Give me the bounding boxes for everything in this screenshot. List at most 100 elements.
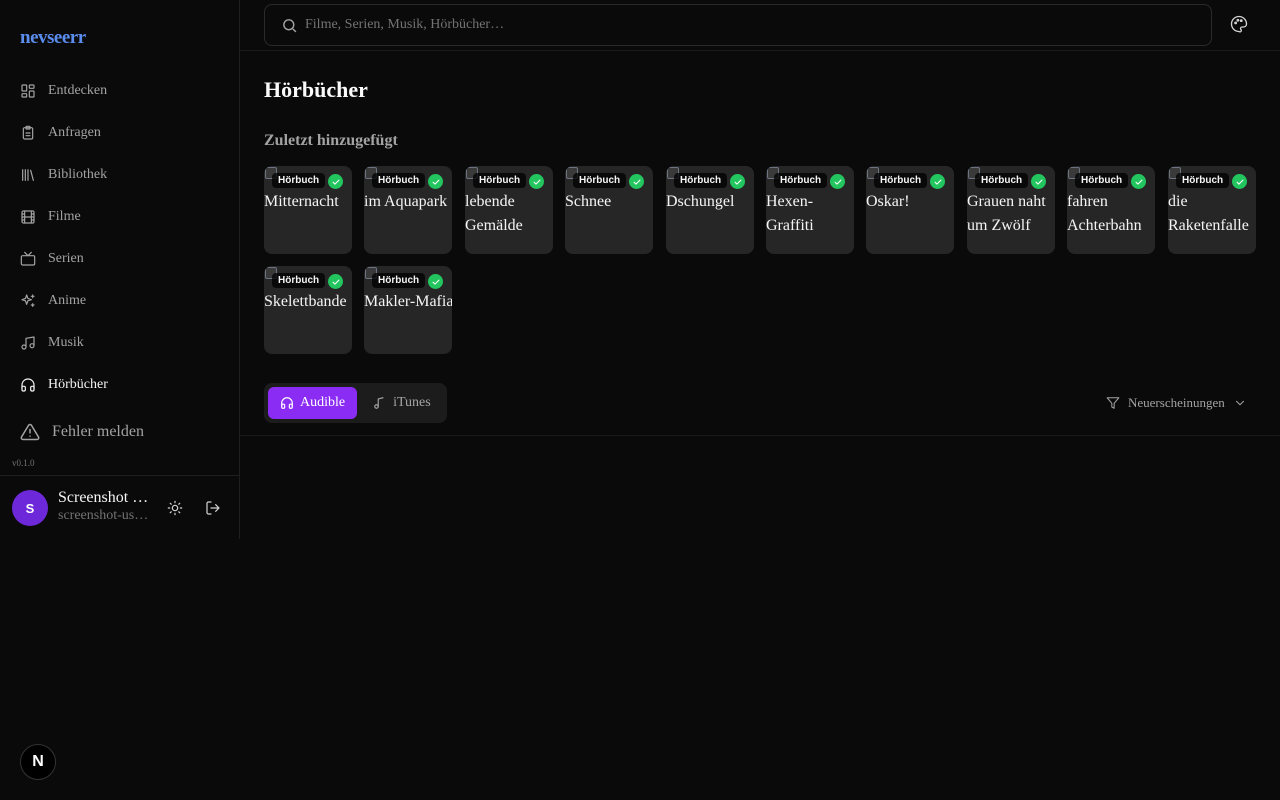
next-logo-icon[interactable]: N bbox=[20, 744, 56, 780]
sidebar-item-label: Anime bbox=[48, 293, 87, 308]
media-type-badge: Hörbuch bbox=[975, 173, 1029, 188]
media-type-badge: Hörbuch bbox=[372, 173, 426, 188]
media-type-badge: Hörbuch bbox=[1176, 173, 1230, 188]
card-title: Oskar! bbox=[866, 193, 910, 210]
music-note-icon bbox=[373, 396, 393, 410]
audiobook-card[interactable]: Dschungel Hörbuch bbox=[666, 166, 754, 254]
warning-icon bbox=[20, 422, 52, 442]
card-title: Schnee bbox=[565, 193, 612, 210]
search-input[interactable] bbox=[305, 17, 1185, 33]
available-check-icon bbox=[328, 174, 343, 189]
avatar[interactable]: S bbox=[12, 490, 48, 526]
card-title: Hexen-Graffiti bbox=[766, 193, 814, 234]
audiobook-card[interactable]: Schnee Hörbuch bbox=[565, 166, 653, 254]
logout-button[interactable] bbox=[203, 498, 223, 518]
source-tabs: Audible iTunes bbox=[264, 383, 447, 423]
audiobook-card[interactable]: Mitternacht Hörbuch bbox=[264, 166, 352, 254]
card-title: die Raketenfalle bbox=[1168, 193, 1249, 234]
available-check-icon bbox=[428, 274, 443, 289]
tv-icon bbox=[20, 251, 36, 267]
media-type-badge: Hörbuch bbox=[372, 273, 426, 288]
available-check-icon bbox=[730, 174, 745, 189]
headphones-icon bbox=[20, 377, 36, 393]
media-type-badge: Hörbuch bbox=[272, 173, 326, 188]
filter-icon bbox=[1106, 396, 1120, 410]
sidebar-item-label: Musik bbox=[48, 335, 84, 350]
audiobook-card[interactable]: Grauen naht um Zwölf Hörbuch bbox=[967, 166, 1055, 254]
layout-grid-icon bbox=[20, 83, 36, 99]
sort-filter-dropdown[interactable]: Neuerscheinungen bbox=[1106, 394, 1247, 412]
audiobook-card[interactable]: Makler-Mafia Hörbuch bbox=[364, 266, 452, 354]
content-divider bbox=[240, 435, 1280, 436]
available-check-icon bbox=[629, 174, 644, 189]
sidebar-item-label: Entdecken bbox=[48, 83, 108, 98]
media-type-badge: Hörbuch bbox=[774, 173, 828, 188]
app-logo[interactable]: nevseerr bbox=[20, 27, 86, 49]
available-check-icon bbox=[1031, 174, 1046, 189]
sort-filter-label: Neuerscheinungen bbox=[1128, 395, 1225, 410]
card-title: Skelettbande bbox=[264, 293, 347, 310]
library-icon bbox=[20, 167, 36, 183]
user-panel: S Screenshot User screenshot-user@exampl… bbox=[0, 475, 239, 539]
headphones-icon bbox=[280, 396, 300, 410]
sidebar-item-anime[interactable]: Anime bbox=[8, 280, 232, 322]
tab-audible[interactable]: Audible bbox=[268, 387, 358, 419]
sidebar-item-label: Filme bbox=[48, 209, 81, 224]
sidebar-nav: Entdecken Anfragen Bibliothek Filme Seri… bbox=[8, 70, 232, 406]
sidebar-item-entdecken[interactable]: Entdecken bbox=[8, 70, 232, 112]
chevron-down-icon bbox=[1233, 396, 1247, 410]
card-title: lebende Gemälde bbox=[465, 193, 523, 234]
available-check-icon bbox=[830, 174, 845, 189]
audiobook-card[interactable]: im Aquapark Hörbuch bbox=[364, 166, 452, 254]
tab-itunes[interactable]: iTunes bbox=[361, 387, 443, 419]
audiobook-card[interactable]: Skelettbande Hörbuch bbox=[264, 266, 352, 354]
section-title-recently-added: Zuletzt hinzugefügt bbox=[264, 132, 398, 149]
available-check-icon bbox=[1232, 174, 1247, 189]
available-check-icon bbox=[328, 274, 343, 289]
audiobook-card[interactable]: fahren Achterbahn Hörbuch bbox=[1067, 166, 1155, 254]
search-icon bbox=[281, 17, 298, 34]
report-bug-label: Fehler melden bbox=[52, 423, 144, 440]
media-type-badge: Hörbuch bbox=[674, 173, 728, 188]
page-title: Hörbücher bbox=[264, 77, 368, 102]
tab-label: Audible bbox=[300, 395, 346, 410]
card-title: Makler-Mafia bbox=[364, 293, 452, 310]
log-out-icon bbox=[205, 500, 221, 516]
audiobook-card[interactable]: lebende Gemälde Hörbuch bbox=[465, 166, 553, 254]
media-type-badge: Hörbuch bbox=[1075, 173, 1129, 188]
sidebar-item-hoerbuecher[interactable]: Hörbücher bbox=[8, 364, 232, 406]
card-title: im Aquapark bbox=[364, 193, 448, 210]
sidebar-item-label: Serien bbox=[48, 251, 84, 266]
sparkles-icon bbox=[20, 293, 36, 309]
audiobook-card[interactable]: Oskar! Hörbuch bbox=[866, 166, 954, 254]
theme-toggle-button[interactable] bbox=[165, 498, 185, 518]
sidebar-item-label: Hörbücher bbox=[48, 377, 108, 392]
sidebar-item-bibliothek[interactable]: Bibliothek bbox=[8, 154, 232, 196]
sidebar-item-serien[interactable]: Serien bbox=[8, 238, 232, 280]
sidebar-item-filme[interactable]: Filme bbox=[8, 196, 232, 238]
sidebar: nevseerr Entdecken Anfragen Bibliothek F… bbox=[0, 0, 240, 539]
media-type-badge: Hörbuch bbox=[573, 173, 627, 188]
card-title: Dschungel bbox=[666, 193, 735, 210]
sun-icon bbox=[167, 500, 183, 516]
clipboard-icon bbox=[20, 125, 36, 141]
card-title: Grauen naht um Zwölf bbox=[967, 193, 1046, 234]
theme-palette-button[interactable] bbox=[1230, 15, 1250, 35]
sidebar-item-label: Anfragen bbox=[48, 125, 101, 140]
sidebar-item-anfragen[interactable]: Anfragen bbox=[8, 112, 232, 154]
available-check-icon bbox=[1131, 174, 1146, 189]
search-bar bbox=[264, 4, 1212, 46]
available-check-icon bbox=[930, 174, 945, 189]
media-type-badge: Hörbuch bbox=[874, 173, 928, 188]
sidebar-item-musik[interactable]: Musik bbox=[8, 322, 232, 364]
audiobook-card[interactable]: Hexen-Graffiti Hörbuch bbox=[766, 166, 854, 254]
music-icon bbox=[20, 335, 36, 351]
card-title: Mitternacht bbox=[264, 193, 339, 210]
card-title: fahren Achterbahn bbox=[1067, 193, 1142, 234]
report-bug-link[interactable]: Fehler melden bbox=[20, 420, 144, 444]
audiobook-card[interactable]: die Raketenfalle Hörbuch bbox=[1168, 166, 1256, 254]
media-type-badge: Hörbuch bbox=[473, 173, 527, 188]
film-icon bbox=[20, 209, 36, 225]
user-name: Screenshot User bbox=[58, 489, 154, 506]
app-version: v0.1.0 bbox=[12, 458, 35, 468]
